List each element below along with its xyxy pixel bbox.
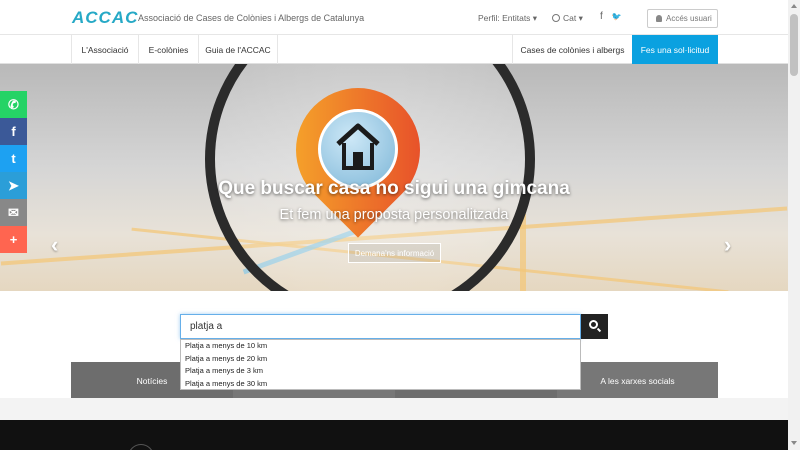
autocomplete-item[interactable]: Platja a menys de 3 km: [181, 365, 580, 378]
language-dropdown[interactable]: Cat ▾: [552, 13, 583, 24]
section-divider: [0, 398, 788, 420]
twitter-icon[interactable]: 🐦: [612, 12, 622, 21]
scroll-up-arrow[interactable]: [791, 4, 797, 8]
search-input[interactable]: [180, 314, 581, 339]
nav-item-cases[interactable]: Cases de colònies i albergs: [512, 35, 632, 64]
house-icon: [336, 123, 380, 170]
facebook-icon[interactable]: f: [600, 11, 603, 22]
circle-graphic: [128, 444, 154, 450]
autocomplete-item[interactable]: Platja a menys de 20 km: [181, 353, 580, 366]
scroll-thumb[interactable]: [790, 14, 798, 76]
search-autocomplete: Platja a menys de 10 km Platja a menys d…: [180, 339, 581, 390]
dark-section: [0, 420, 788, 450]
request-info-button[interactable]: Demana'ns informació: [348, 243, 441, 263]
language-label: Cat ▾: [563, 13, 583, 23]
twitter-share-icon[interactable]: t: [0, 145, 27, 172]
hero-subtitle: Et fem una proposta personalitzada: [279, 207, 509, 223]
hero-title: Que buscar casa no sigui una gimcana: [218, 178, 570, 199]
accac-logo[interactable]: ACCAC: [72, 8, 138, 28]
telegram-share-icon[interactable]: ➤: [0, 172, 27, 199]
login-label: Accés usuari: [666, 14, 712, 23]
autocomplete-item[interactable]: Platja a menys de 10 km: [181, 340, 580, 353]
more-share-icon[interactable]: +: [0, 226, 27, 253]
header-social-links: f 🐦: [600, 11, 628, 22]
request-button[interactable]: Fes una sol·licitud: [632, 35, 718, 64]
top-header: ACCAC Associació de Cases de Colònies i …: [0, 0, 788, 35]
autocomplete-item[interactable]: Platja a menys de 30 km: [181, 378, 580, 391]
nav-item-ecolonies[interactable]: E-colònies: [138, 35, 198, 64]
carousel-prev-arrow[interactable]: ‹: [51, 232, 58, 258]
profile-dropdown[interactable]: Perfil: Entitats ▾: [478, 13, 537, 24]
scroll-down-arrow[interactable]: [791, 441, 797, 445]
email-share-icon[interactable]: ✉: [0, 199, 27, 226]
site-tagline: Associació de Cases de Colònies i Alberg…: [138, 13, 365, 23]
nav-item-guia[interactable]: Guia de l'ACCAC: [198, 35, 278, 64]
login-button[interactable]: Accés usuari: [647, 9, 718, 28]
user-icon: [656, 15, 662, 22]
facebook-share-icon[interactable]: f: [0, 118, 27, 145]
tile-social[interactable]: A les xarxes socials: [557, 362, 718, 398]
carousel-next-arrow[interactable]: ›: [724, 232, 731, 258]
globe-icon: [552, 14, 560, 22]
page-scrollbar[interactable]: [788, 0, 800, 450]
share-sidebar: ✆ f t ➤ ✉ +: [0, 91, 27, 253]
nav-item-associacio[interactable]: L'Associació: [71, 35, 138, 64]
main-nav: L'Associació E-colònies Guia de l'ACCAC …: [0, 35, 788, 64]
search-icon-handle: [596, 327, 602, 333]
search-button[interactable]: [581, 314, 608, 339]
whatsapp-share-icon[interactable]: ✆: [0, 91, 27, 118]
